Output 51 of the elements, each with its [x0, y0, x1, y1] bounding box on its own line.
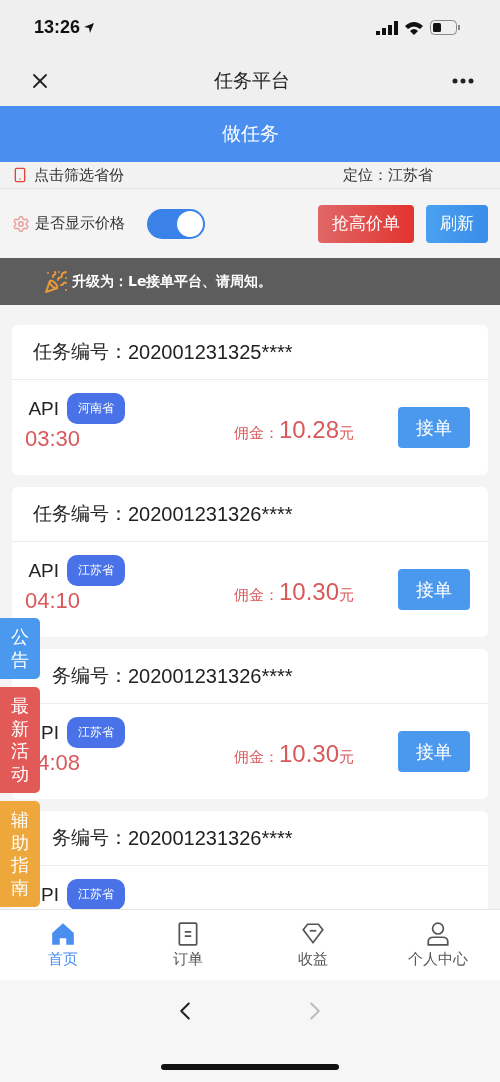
task-number-label: 任务编号： — [32, 501, 128, 526]
task-number: 202001231326**** — [128, 502, 293, 526]
task-type: PI — [40, 721, 59, 744]
party-popper-icon — [44, 269, 68, 294]
header-title: 做任务 — [221, 121, 279, 146]
countdown-time: 03:30 — [24, 426, 80, 452]
task-type: PI — [40, 883, 59, 906]
more-icon[interactable] — [452, 77, 474, 84]
location-arrow-icon — [83, 21, 96, 34]
user-icon — [424, 921, 451, 947]
accept-order-button[interactable]: 接单 — [398, 731, 470, 772]
task-number: 202001231326**** — [128, 826, 293, 850]
task-number-label: 务编号： — [51, 663, 128, 688]
status-time: 13:26 — [34, 17, 96, 38]
refresh-button[interactable]: 刷新 — [426, 204, 488, 243]
toggle-label: 是否显示价格 — [35, 214, 125, 233]
task-type: API — [27, 559, 59, 582]
notice-text: 升级为：Le接单平台、请周知。 — [72, 272, 273, 291]
task-type: API — [27, 397, 59, 420]
task-number: 202001231325**** — [128, 340, 293, 364]
province-filter-link[interactable]: 点击筛选省份 — [34, 165, 124, 185]
home-icon — [49, 921, 76, 947]
settings-icon — [12, 214, 30, 233]
location-text: 定位：江苏省 — [343, 165, 433, 185]
side-tab[interactable]: 公告 — [0, 618, 40, 679]
countdown-time: 04:10 — [24, 588, 80, 614]
commission-text: 佣金：10.30元 — [234, 578, 355, 606]
wifi-icon — [404, 20, 424, 35]
battery-icon — [430, 20, 460, 35]
side-tab[interactable]: 辅助指南 — [0, 801, 40, 907]
signal-icon — [376, 20, 398, 35]
side-tab[interactable]: 最新活动 — [0, 687, 40, 793]
tab-bar-item[interactable]: 收益 — [250, 910, 375, 980]
province-tag: 江苏省 — [67, 879, 125, 909]
accept-order-button[interactable]: 接单 — [398, 569, 470, 610]
province-tag: 江苏省 — [67, 555, 125, 586]
grab-orders-button[interactable]: 抢高价单 — [318, 204, 414, 243]
phone-icon — [12, 167, 28, 183]
province-tag: 河南省 — [67, 393, 125, 424]
task-number: 202001231326**** — [128, 664, 293, 688]
tab-bar-item[interactable]: 首页 — [0, 910, 125, 980]
task-number-label: 务编号： — [51, 825, 128, 850]
task-number-label: 任务编号： — [32, 339, 128, 364]
province-tag: 江苏省 — [67, 717, 125, 748]
tab-bar-item[interactable]: 订单 — [125, 910, 250, 980]
page-title: 任务平台 — [214, 67, 290, 93]
price-switch[interactable] — [147, 208, 205, 239]
commission-text: 佣金：10.28元 — [234, 416, 355, 444]
commission-text: 佣金：10.30元 — [234, 740, 355, 768]
tab-bar-item[interactable]: 个人中心 — [375, 910, 500, 980]
accept-order-button[interactable]: 接单 — [398, 407, 470, 448]
